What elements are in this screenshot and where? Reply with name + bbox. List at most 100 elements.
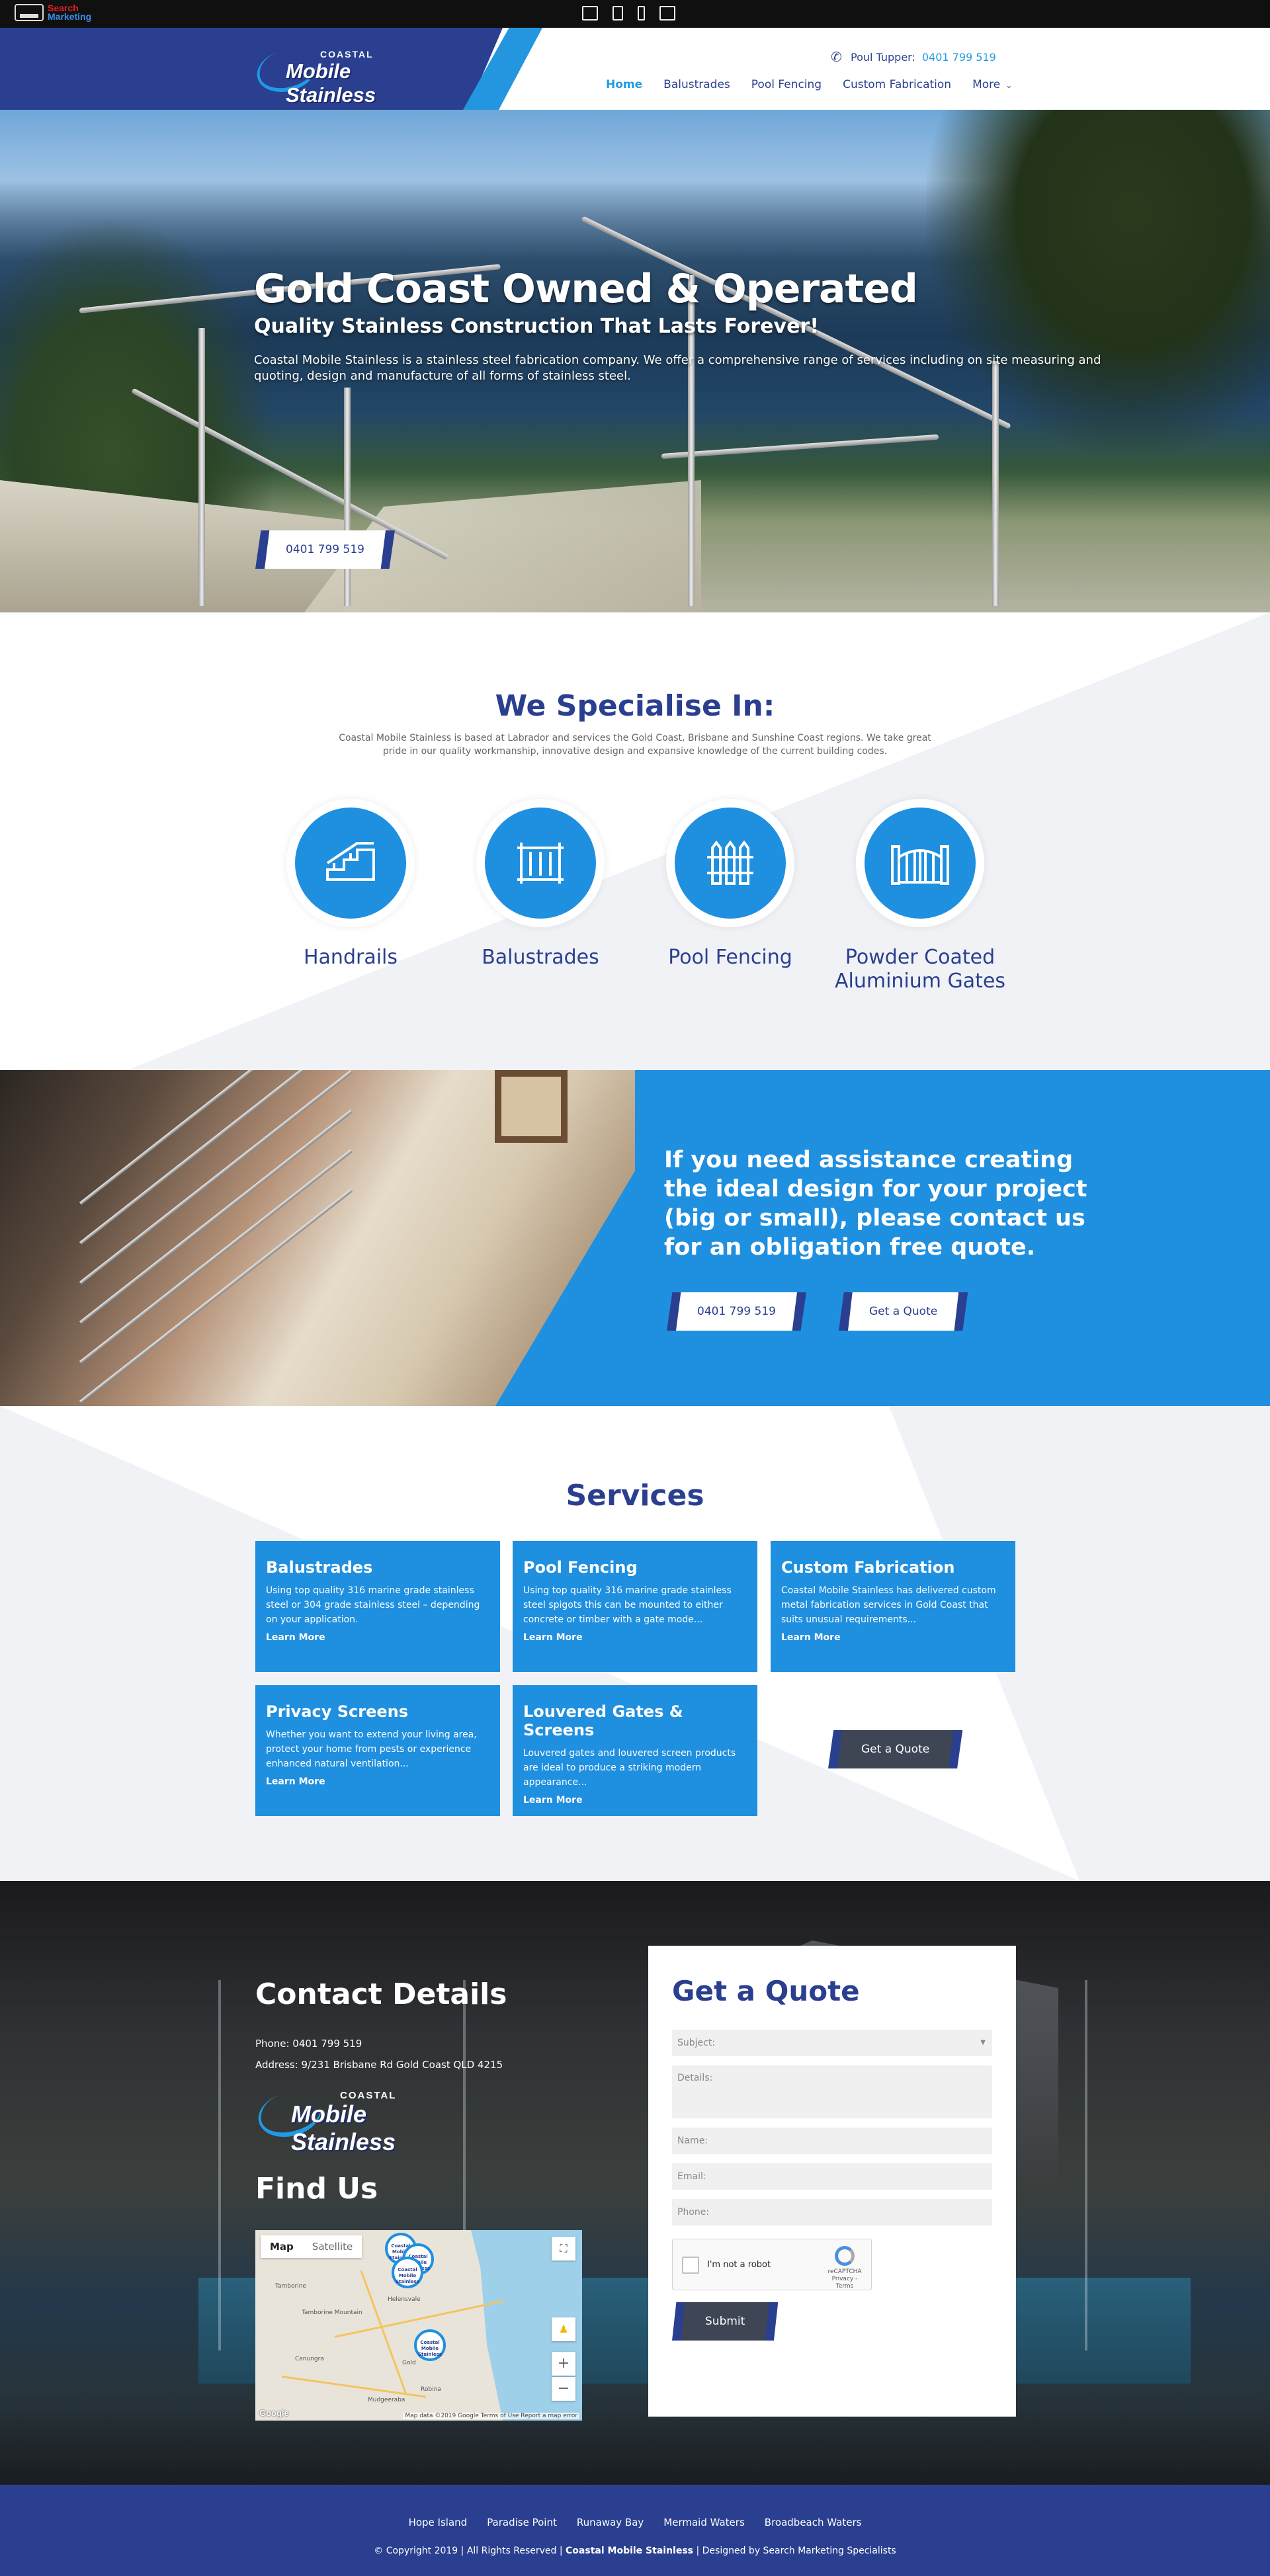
learn-more-link[interactable]: Learn More	[266, 1776, 489, 1787]
details-textarea[interactable]: Details:	[672, 2065, 992, 2118]
service-card-louvered-gates[interactable]: Louvered Gates & Screens Louvered gates …	[513, 1685, 757, 1816]
email-input[interactable]: Email:	[672, 2163, 992, 2190]
footer-link-hope-island[interactable]: Hope Island	[409, 2516, 468, 2528]
service-card-body: Coastal Mobile Stainless has delivered c…	[781, 1585, 996, 1625]
nav-more-label: More	[972, 78, 1001, 91]
feature-label: Pool Fencing	[668, 946, 792, 969]
phone-number[interactable]: 0401 799 519	[922, 51, 996, 63]
header-phone[interactable]: ✆ Poul Tupper: 0401 799 519	[831, 50, 996, 63]
hero-title: Gold Coast Owned & Operated	[254, 266, 918, 312]
footer-logo-main-text: Mobile Stainless	[291, 2100, 396, 2155]
nav-home[interactable]: Home	[606, 78, 642, 91]
services-title: Services	[566, 1479, 704, 1513]
footer-link-runaway-bay[interactable]: Runaway Bay	[577, 2516, 644, 2528]
service-card-body: Whether you want to extend your living a…	[266, 1729, 477, 1769]
learn-more-link[interactable]: Learn More	[266, 1632, 489, 1643]
hero-subtitle: Quality Stainless Construction That Last…	[254, 315, 819, 338]
subject-placeholder: Subject:	[677, 2038, 716, 2048]
service-card-pool-fencing[interactable]: Pool Fencing Using top quality 316 marin…	[513, 1541, 757, 1672]
name-placeholder: Name:	[677, 2136, 708, 2146]
handrail-icon	[295, 808, 406, 919]
recaptcha-checkbox[interactable]	[682, 2257, 699, 2274]
submit-button[interactable]: Submit	[672, 2302, 778, 2341]
learn-more-link[interactable]: Learn More	[523, 1795, 747, 1806]
contact-title: Contact Details	[255, 1977, 507, 2011]
service-card-title: Balustrades	[266, 1558, 373, 1577]
map-tab-satellite[interactable]: Satellite	[303, 2235, 362, 2258]
service-card-title: Privacy Screens	[266, 1702, 408, 1721]
service-card-privacy-screens[interactable]: Privacy Screens Whether you want to exte…	[255, 1685, 500, 1816]
contact-section: Contact Details Phone: 0401 799 519 Addr…	[0, 1881, 1270, 2485]
cta-text: If you need assistance creating the idea…	[664, 1147, 1087, 1261]
phone-input[interactable]: Phone:	[672, 2199, 992, 2225]
find-us-title: Find Us	[255, 2172, 378, 2206]
hero-phone-button[interactable]: 0401 799 519	[255, 530, 395, 569]
map-type-control: Map Satellite	[261, 2235, 362, 2258]
device-switcher	[582, 6, 675, 21]
service-card-body: Using top quality 316 marine grade stain…	[266, 1585, 480, 1625]
chevron-down-icon: ▼	[980, 2039, 986, 2046]
responsive-icon[interactable]	[659, 6, 675, 21]
map-pin[interactable]: Coastal Mobile Stainless	[414, 2329, 446, 2361]
map-pin[interactable]: Coastal Mobile Stainless	[392, 2257, 423, 2288]
feature-balustrades[interactable]: Balustrades	[454, 799, 626, 970]
copyright-brand[interactable]: Coastal Mobile Stainless	[566, 2546, 693, 2556]
search-marketing-logo[interactable]: Search Marketing	[15, 3, 91, 21]
site-logo[interactable]: COASTAL Mobile Stainless	[252, 44, 442, 106]
service-card-balustrades[interactable]: Balustrades Using top quality 316 marine…	[255, 1541, 500, 1672]
google-map[interactable]: Tamborine Tamborine Mountain Canungra He…	[255, 2230, 582, 2421]
feature-gates[interactable]: Powder Coated Aluminium Gates	[834, 799, 1006, 993]
footer-link-paradise-point[interactable]: Paradise Point	[487, 2516, 557, 2528]
nav-custom-fabrication[interactable]: Custom Fabrication	[843, 78, 951, 91]
feature-handrails[interactable]: Handrails	[265, 799, 437, 970]
desktop-icon[interactable]	[582, 6, 598, 21]
footer-link-broadbeach-waters[interactable]: Broadbeach Waters	[765, 2516, 862, 2528]
map-attribution[interactable]: Map data ©2019 Google Terms of Use Repor…	[403, 2413, 579, 2419]
nav-pool-fencing[interactable]: Pool Fencing	[751, 78, 822, 91]
footer-link-mermaid-waters[interactable]: Mermaid Waters	[663, 2516, 745, 2528]
copyright-prefix: © Copyright 2019 | All Rights Reserved |	[374, 2546, 563, 2556]
zoom-out-icon[interactable]: −	[552, 2377, 575, 2401]
cta-quote-button-label: Get a Quote	[869, 1305, 938, 1318]
nav-more[interactable]: More ⌄	[972, 78, 1012, 91]
subject-select[interactable]: Subject: ▼	[672, 2030, 992, 2056]
cta-phone-button-label: 0401 799 519	[697, 1305, 776, 1318]
phone-icon[interactable]	[638, 6, 645, 21]
main-nav: Home Balustrades Pool Fencing Custom Fab…	[606, 78, 1012, 91]
contact-phone: Phone: 0401 799 519	[255, 2038, 362, 2050]
services-quote-button-label: Get a Quote	[861, 1743, 930, 1756]
service-card-title: Pool Fencing	[523, 1558, 638, 1577]
nav-balustrades[interactable]: Balustrades	[663, 78, 730, 91]
tablet-icon[interactable]	[613, 6, 623, 21]
services-quote-button[interactable]: Get a Quote	[828, 1730, 962, 1768]
services-section: Services Balustrades Using top quality 3…	[0, 1406, 1270, 1881]
recaptcha-icon	[835, 2246, 855, 2266]
preview-toolbar: Search Marketing	[0, 0, 1270, 28]
car-icon	[15, 4, 44, 21]
service-card-body: Louvered gates and louvered screen produ…	[523, 1748, 736, 1788]
cta-quote-button[interactable]: Get a Quote	[839, 1292, 968, 1331]
quote-form-title: Get a Quote	[672, 1975, 860, 2007]
service-card-custom-fabrication[interactable]: Custom Fabrication Coastal Mobile Stainl…	[771, 1541, 1015, 1672]
cta-phone-button[interactable]: 0401 799 519	[667, 1292, 806, 1331]
map-town: Helensvale	[388, 2296, 421, 2303]
learn-more-link[interactable]: Learn More	[523, 1632, 747, 1643]
logo-panel: COASTAL Mobile Stainless	[0, 28, 542, 110]
specialise-section: We Specialise In: Coastal Mobile Stainle…	[0, 612, 1270, 1070]
site-header: COASTAL Mobile Stainless ✆ Poul Tupper: …	[0, 28, 1270, 110]
chevron-down-icon: ⌄	[1005, 81, 1013, 90]
footer-links: Hope Island Paradise Point Runaway Bay M…	[0, 2485, 1270, 2528]
site-footer: Hope Island Paradise Point Runaway Bay M…	[0, 2485, 1270, 2576]
feature-pool-fencing[interactable]: Pool Fencing	[644, 799, 816, 970]
specialise-title: We Specialise In:	[495, 689, 775, 723]
pegman-icon[interactable]: ♟	[552, 2317, 575, 2341]
contact-address: Address: 9/231 Brisbane Rd Gold Coast QL…	[255, 2059, 503, 2071]
learn-more-link[interactable]: Learn More	[781, 1632, 1005, 1643]
recaptcha-links[interactable]: Privacy - Terms	[825, 2276, 865, 2290]
map-tab-map[interactable]: Map	[261, 2235, 303, 2258]
name-input[interactable]: Name:	[672, 2128, 992, 2154]
fullscreen-icon[interactable]: ⛶	[552, 2237, 575, 2261]
map-town: Gold	[402, 2360, 416, 2366]
zoom-in-icon[interactable]: +	[552, 2352, 575, 2376]
recaptcha-label: I'm not a robot	[707, 2260, 771, 2270]
